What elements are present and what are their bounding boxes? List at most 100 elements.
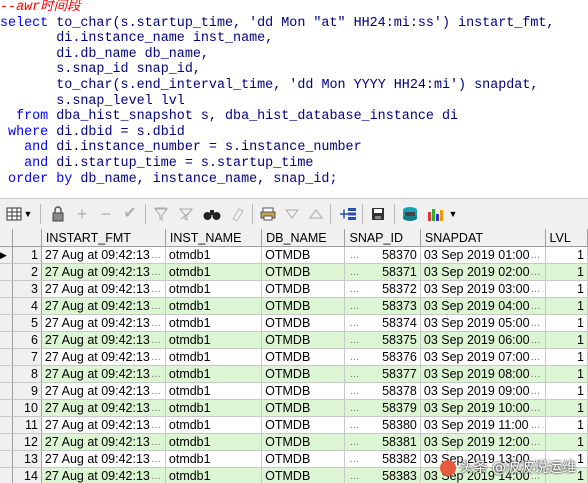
save-icon[interactable] xyxy=(368,204,388,224)
row-indicator[interactable] xyxy=(0,450,14,468)
export-icon[interactable] xyxy=(400,204,420,224)
cell-db-name[interactable]: OTMDB xyxy=(261,314,346,332)
cell-ellipsis-button[interactable]: … xyxy=(150,369,162,380)
row-number[interactable]: 4 xyxy=(12,297,42,315)
col-header-db-name[interactable]: DB_NAME xyxy=(261,229,346,247)
print-icon[interactable] xyxy=(258,204,278,224)
cell-instart-fmt[interactable]: 27 Aug at 09:42:13… xyxy=(41,263,166,281)
cell-snap-id[interactable]: … 58370 xyxy=(344,246,421,264)
cell-lvl[interactable]: 1 xyxy=(545,382,588,400)
cell-snap-id[interactable]: … 58379 xyxy=(344,399,421,417)
cell-lvl[interactable]: 1 xyxy=(545,331,588,349)
table-row[interactable]: 10 27 Aug at 09:42:13… otmdb1 OTMDB… 58379 03… xyxy=(0,399,588,417)
cell-instart-fmt[interactable]: 27 Aug at 09:42:13… xyxy=(41,450,166,468)
cell-ellipsis-button[interactable]: … xyxy=(150,301,162,312)
cell-lvl[interactable]: 1 xyxy=(545,314,588,332)
col-header-snapdat[interactable]: SNAPDAT xyxy=(420,229,546,247)
cell-snap-id[interactable]: … 58375 xyxy=(344,331,421,349)
row-indicator[interactable] xyxy=(0,365,14,383)
cell-ellipsis-button[interactable]: … xyxy=(348,437,360,448)
cell-ellipsis-button[interactable]: … xyxy=(348,403,360,414)
post-icon[interactable]: ✔ xyxy=(120,204,140,224)
prev-icon[interactable] xyxy=(306,204,326,224)
cell-ellipsis-button[interactable]: … xyxy=(150,420,162,431)
col-header-lvl[interactable]: LVL xyxy=(545,229,588,247)
cell-lvl[interactable]: 1 xyxy=(545,246,588,264)
cell-ellipsis-button[interactable]: … xyxy=(150,284,162,295)
cell-db-name[interactable]: OTMDB xyxy=(261,382,346,400)
cell-inst-name[interactable]: otmdb1 xyxy=(165,450,263,468)
row-indicator[interactable] xyxy=(0,314,14,332)
cell-lvl[interactable]: 1 xyxy=(545,297,588,315)
cell-inst-name[interactable]: otmdb1 xyxy=(165,399,263,417)
row-number[interactable]: 9 xyxy=(12,382,42,400)
cell-ellipsis-button[interactable]: … xyxy=(530,352,542,363)
cell-ellipsis-button[interactable]: … xyxy=(150,250,162,261)
cell-instart-fmt[interactable]: 27 Aug at 09:42:13… xyxy=(41,246,166,264)
add-record-icon[interactable]: + xyxy=(72,204,92,224)
cell-inst-name[interactable]: otmdb1 xyxy=(165,246,263,264)
row-number[interactable]: 13 xyxy=(12,450,42,468)
cell-ellipsis-button[interactable]: … xyxy=(348,471,360,482)
cell-instart-fmt[interactable]: 27 Aug at 09:42:13… xyxy=(41,416,166,434)
table-row[interactable]: 11 27 Aug at 09:42:13… otmdb1 OTMDB… 58380 03… xyxy=(0,416,588,434)
cell-ellipsis-button[interactable]: … xyxy=(530,267,542,278)
row-indicator[interactable] xyxy=(0,467,14,483)
cell-instart-fmt[interactable]: 27 Aug at 09:42:13… xyxy=(41,297,166,315)
cell-ellipsis-button[interactable]: … xyxy=(348,250,360,261)
cell-inst-name[interactable]: otmdb1 xyxy=(165,280,263,298)
cell-ellipsis-button[interactable]: … xyxy=(348,420,360,431)
row-number[interactable]: 1 xyxy=(12,246,42,264)
cell-lvl[interactable]: 1 xyxy=(545,348,588,366)
cell-snapdat[interactable]: 03 Sep 2019 01:00… xyxy=(420,246,546,264)
cell-snapdat[interactable]: 03 Sep 2019 09:00… xyxy=(420,382,546,400)
cell-instart-fmt[interactable]: 27 Aug at 09:42:13… xyxy=(41,365,166,383)
cell-ellipsis-button[interactable]: … xyxy=(348,352,360,363)
cell-lvl[interactable]: 1 xyxy=(545,365,588,383)
cell-ellipsis-button[interactable]: … xyxy=(150,318,162,329)
cell-db-name[interactable]: OTMDB xyxy=(261,365,346,383)
cell-ellipsis-button[interactable]: … xyxy=(150,437,162,448)
cell-ellipsis-button[interactable]: … xyxy=(150,471,162,482)
row-indicator[interactable] xyxy=(0,280,14,298)
cell-ellipsis-button[interactable]: … xyxy=(348,369,360,380)
clear-icon[interactable] xyxy=(228,204,248,224)
cell-db-name[interactable]: OTMDB xyxy=(261,246,346,264)
cell-ellipsis-button[interactable]: … xyxy=(530,318,542,329)
table-row[interactable]: 8 27 Aug at 09:42:13… otmdb1 OTMDB… 58377 03 … xyxy=(0,365,588,383)
table-row[interactable]: 6 27 Aug at 09:42:13… otmdb1 OTMDB… 58375 03 … xyxy=(0,331,588,349)
row-number[interactable]: 8 xyxy=(12,365,42,383)
row-indicator[interactable] xyxy=(0,297,14,315)
chart-dropdown-icon[interactable]: ▼ xyxy=(447,204,459,224)
cell-ellipsis-button[interactable]: … xyxy=(530,250,542,261)
cell-snapdat[interactable]: 03 Sep 2019 11:00… xyxy=(420,416,546,434)
cell-ellipsis-button[interactable]: … xyxy=(150,267,162,278)
col-header-snap-id[interactable]: SNAP_ID xyxy=(344,229,421,247)
delete-record-icon[interactable]: − xyxy=(96,204,116,224)
cell-db-name[interactable]: OTMDB xyxy=(261,399,346,417)
cell-snapdat[interactable]: 03 Sep 2019 10:00… xyxy=(420,399,546,417)
row-number[interactable]: 10 xyxy=(12,399,42,417)
cell-ellipsis-button[interactable]: … xyxy=(348,267,360,278)
cell-ellipsis-button[interactable]: … xyxy=(348,284,360,295)
row-indicator[interactable] xyxy=(0,331,14,349)
table-row[interactable]: 2 27 Aug at 09:42:13… otmdb1 OTMDB… 58371 03 … xyxy=(0,263,588,281)
row-indicator[interactable] xyxy=(0,399,14,417)
sql-editor[interactable]: --awr时间段 select to_char(s.startup_time, … xyxy=(0,0,588,196)
grid-menu-icon[interactable] xyxy=(4,204,24,224)
query-by-example-icon[interactable] xyxy=(338,204,358,224)
cell-ellipsis-button[interactable]: … xyxy=(530,369,542,380)
row-number[interactable]: 2 xyxy=(12,263,42,281)
cell-ellipsis-button[interactable]: … xyxy=(530,335,542,346)
row-indicator[interactable] xyxy=(0,263,14,281)
cell-ellipsis-button[interactable]: … xyxy=(348,335,360,346)
cell-snapdat[interactable]: 03 Sep 2019 08:00… xyxy=(420,365,546,383)
cell-inst-name[interactable]: otmdb1 xyxy=(165,433,263,451)
cell-instart-fmt[interactable]: 27 Aug at 09:42:13… xyxy=(41,348,166,366)
cell-instart-fmt[interactable]: 27 Aug at 09:42:13… xyxy=(41,382,166,400)
result-grid[interactable]: INSTART_FMT INST_NAME DB_NAME SNAP_ID SN… xyxy=(0,229,588,483)
cell-ellipsis-button[interactable]: … xyxy=(530,420,542,431)
filter-icon[interactable] xyxy=(151,204,171,224)
cell-inst-name[interactable]: otmdb1 xyxy=(165,263,263,281)
lock-icon[interactable] xyxy=(48,204,68,224)
